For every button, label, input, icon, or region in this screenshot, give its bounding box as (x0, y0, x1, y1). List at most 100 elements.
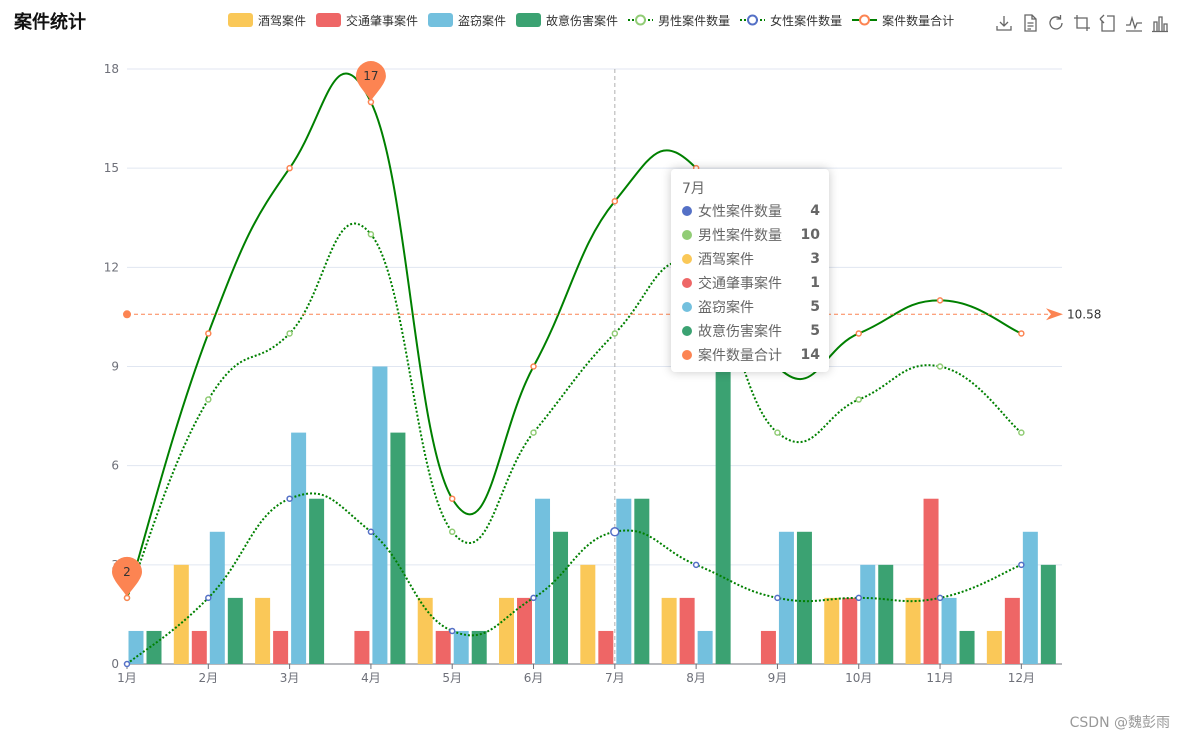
tooltip-dot-男性案件数量 (682, 230, 692, 240)
bar-酒驾案件-7月 (580, 564, 596, 664)
point-女性案件数量-2月 (205, 594, 212, 602)
tooltip-series-value: 10 (800, 227, 820, 243)
bar-故意伤害案件-3月 (309, 498, 325, 664)
y-tick-label-9: 9 (111, 360, 119, 374)
point-案件数量合计-10月 (855, 330, 862, 337)
point-男性案件数量-7月 (611, 330, 619, 337)
tooltip-series-value: 14 (800, 347, 820, 363)
tooltip-series-value: 3 (810, 251, 820, 267)
bar-故意伤害案件-8月 (715, 366, 731, 664)
tooltip-series-name: 案件数量合计 (698, 348, 782, 364)
point-案件数量合计-12月 (1018, 330, 1025, 337)
line-男性案件数量 (126, 222, 1022, 599)
bar-盗窃案件-10月 (860, 564, 876, 664)
bar-交通肇事案件-2月 (191, 630, 207, 664)
tooltip-row-女性案件数量: 女性案件数量 4 (682, 199, 820, 223)
x-tick-label-8月: 8月 (686, 671, 706, 685)
tooltip-series-value: 4 (810, 203, 820, 219)
tooltip-row-交通肇事案件: 交通肇事案件 1 (682, 271, 820, 295)
point-男性案件数量-9月 (774, 429, 781, 436)
tooltip-series-value: 5 (810, 299, 820, 315)
x-tick-label-12月: 12月 (1008, 671, 1035, 685)
average-line-start (123, 310, 131, 319)
x-tick-label-2月: 2月 (198, 671, 218, 685)
bar-交通肇事案件-6月 (517, 597, 533, 664)
y-tick-label-18: 18 (104, 62, 119, 76)
point-案件数量合计-6月 (530, 363, 537, 370)
bar-交通肇事案件-5月 (435, 630, 451, 664)
watermark: CSDN @魏彭雨 (1069, 715, 1170, 731)
bar-酒驾案件-6月 (499, 597, 515, 664)
average-line-label: 10.58 (1067, 307, 1101, 321)
x-tick-label-4月: 4月 (361, 671, 381, 685)
bar-交通肇事案件-10月 (842, 597, 858, 664)
point-女性案件数量-10月 (855, 594, 862, 602)
tooltip-dot-盗窃案件 (682, 302, 692, 312)
bar-盗窃案件-4月 (372, 366, 388, 664)
point-男性案件数量-6月 (530, 429, 537, 436)
bar-盗窃案件-12月 (1022, 531, 1038, 664)
highlight-point-女性案件数量 (610, 527, 620, 537)
bar-故意伤害案件-2月 (227, 597, 243, 664)
point-女性案件数量-3月 (286, 495, 293, 502)
bar-酒驾案件-11月 (905, 597, 921, 664)
bar-交通肇事案件-11月 (923, 498, 939, 664)
x-tick-label-10月: 10月 (845, 671, 872, 685)
x-tick-label-9月: 9月 (768, 671, 788, 685)
bar-酒驾案件-8月 (661, 597, 677, 664)
bar-酒驾案件-2月 (173, 564, 189, 664)
x-tick-label-7月: 7月 (605, 671, 625, 685)
bar-酒驾案件-12月 (986, 630, 1002, 664)
bar-酒驾案件-5月 (417, 597, 433, 664)
x-tick-label-3月: 3月 (280, 671, 300, 685)
tooltip-dot-案件数量合计 (682, 350, 692, 360)
bar-交通肇事案件-8月 (679, 597, 695, 664)
point-案件数量合计-2月 (205, 330, 212, 337)
y-tick-label-12: 12 (104, 260, 119, 274)
tooltip-dot-酒驾案件 (682, 254, 692, 264)
point-案件数量合计-5月 (448, 495, 456, 502)
bar-盗窃案件-11月 (941, 597, 957, 664)
tooltip-row-男性案件数量: 男性案件数量 10 (682, 223, 820, 247)
line-案件数量合计 (126, 72, 1022, 599)
bar-故意伤害案件-1月 (146, 630, 162, 664)
point-案件数量合计-11月 (936, 297, 944, 304)
mark-pin-label-1月: 2 (123, 565, 131, 579)
bar-故意伤害案件-11月 (959, 630, 975, 664)
tooltip-series-name: 交通肇事案件 (698, 276, 782, 292)
tooltip-row-酒驾案件: 酒驾案件 3 (682, 247, 820, 271)
point-女性案件数量-8月 (692, 561, 700, 569)
tooltip-series-name: 盗窃案件 (698, 300, 754, 316)
tooltip-dot-故意伤害案件 (682, 326, 692, 336)
x-tick-label-5月: 5月 (442, 671, 462, 685)
tooltip-series-name: 故意伤害案件 (698, 324, 782, 340)
bar-盗窃案件-5月 (453, 630, 469, 664)
bar-故意伤害案件-12月 (1040, 564, 1056, 664)
tooltip-series-name: 酒驾案件 (698, 252, 754, 268)
y-tick-label-15: 15 (104, 161, 119, 175)
point-女性案件数量-1月 (123, 660, 131, 668)
bar-故意伤害案件-10月 (878, 564, 894, 664)
tooltip-series-value: 1 (810, 275, 820, 291)
point-男性案件数量-4月 (367, 231, 375, 238)
bar-交通肇事案件-7月 (598, 630, 614, 664)
x-tick-label-1月: 1月 (117, 671, 137, 685)
point-女性案件数量-5月 (448, 627, 456, 635)
point-女性案件数量-4月 (367, 528, 375, 536)
bar-故意伤害案件-6月 (553, 531, 569, 664)
tooltip-dot-女性案件数量 (682, 206, 692, 216)
point-男性案件数量-3月 (286, 330, 293, 337)
bar-故意伤害案件-4月 (390, 432, 406, 664)
point-男性案件数量-2月 (205, 396, 212, 403)
average-line-arrow (1046, 308, 1063, 321)
tooltip-series-name: 女性案件数量 (698, 204, 782, 220)
tooltip-row-故意伤害案件: 故意伤害案件 5 (682, 319, 820, 343)
bar-盗窃案件-7月 (616, 498, 632, 664)
bar-盗窃案件-6月 (535, 498, 551, 664)
bar-酒驾案件-10月 (824, 597, 840, 664)
bar-盗窃案件-3月 (291, 432, 307, 664)
bar-交通肇事案件-12月 (1004, 597, 1020, 664)
bar-酒驾案件-3月 (255, 597, 271, 664)
point-女性案件数量-12月 (1018, 561, 1025, 569)
y-tick-label-0: 0 (111, 657, 119, 671)
